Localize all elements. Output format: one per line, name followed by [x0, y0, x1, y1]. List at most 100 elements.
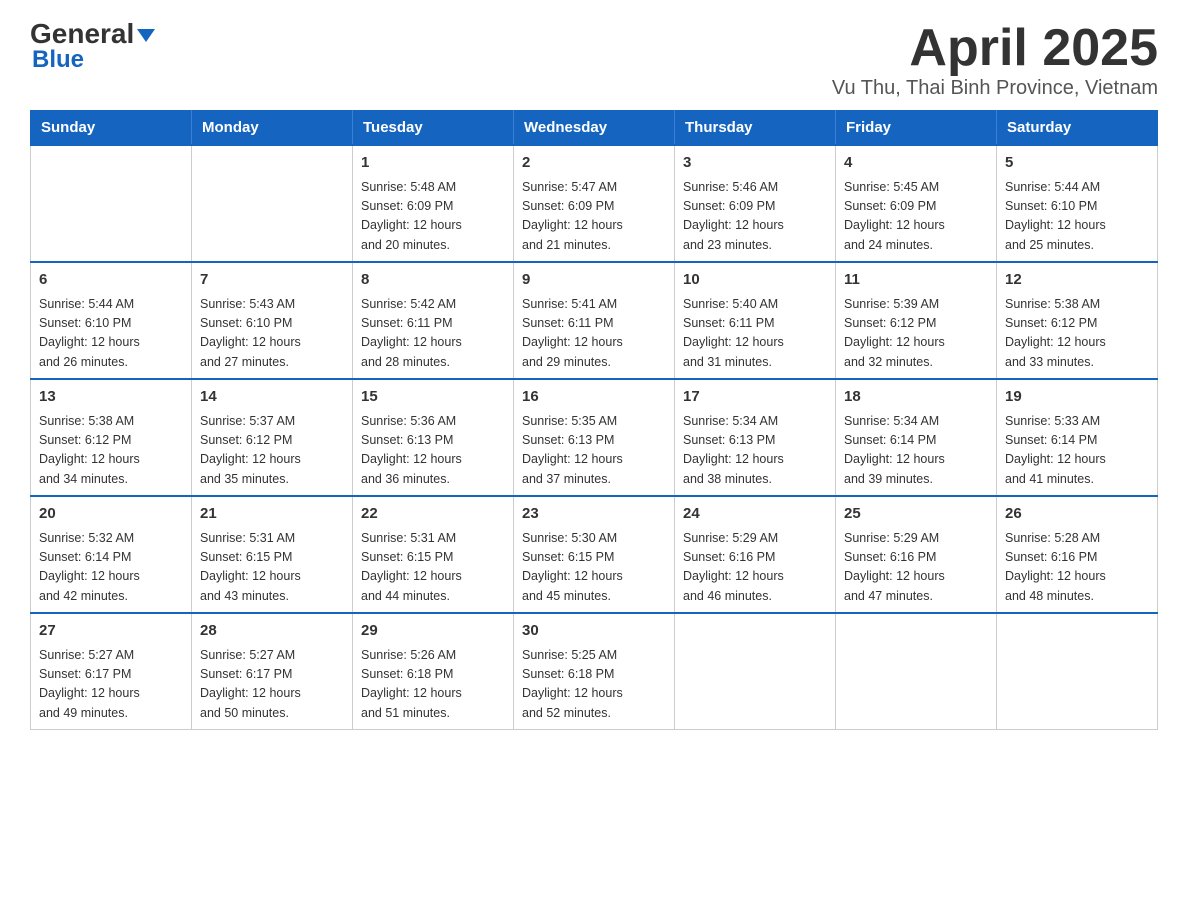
day-number: 4 — [844, 152, 988, 175]
col-thursday: Thursday — [675, 111, 836, 146]
day-info: Sunrise: 5:41 AMSunset: 6:11 PMDaylight:… — [522, 295, 666, 373]
day-number: 19 — [1005, 386, 1149, 409]
table-row: 18Sunrise: 5:34 AMSunset: 6:14 PMDayligh… — [836, 379, 997, 496]
table-row: 17Sunrise: 5:34 AMSunset: 6:13 PMDayligh… — [675, 379, 836, 496]
table-row: 6 Sunrise: 5:44 AMSunset: 6:10 PMDaylight… — [31, 262, 192, 379]
day-number: 11 — [844, 269, 988, 292]
table-row — [675, 613, 836, 730]
day-info: Sunrise: 5:45 AMSunset: 6:09 PMDaylight:… — [844, 178, 988, 256]
logo-blue-text: Blue — [30, 46, 155, 74]
day-number: 18 — [844, 386, 988, 409]
day-info: Sunrise: 5:29 AMSunset: 6:16 PMDaylight:… — [683, 529, 827, 607]
table-row: 24 Sunrise: 5:29 AMSunset: 6:16 PMDayligh… — [675, 496, 836, 613]
table-row: 7Sunrise: 5:43 AMSunset: 6:10 PMDaylight… — [192, 262, 353, 379]
page: General Blue April 2025 Vu Thu, Thai Bin… — [0, 0, 1188, 918]
table-row: 13Sunrise: 5:38 AMSunset: 6:12 PMDayligh… — [31, 379, 192, 496]
day-info: Sunrise: 5:36 AMSunset: 6:13 PMDaylight:… — [361, 412, 505, 490]
day-number: 30 — [522, 620, 666, 643]
day-number: 24 — [683, 503, 827, 526]
day-info: Sunrise: 5:47 AMSunset: 6:09 PMDaylight:… — [522, 178, 666, 256]
day-info: Sunrise: 5:25 AMSunset: 6:18 PMDaylight:… — [522, 646, 666, 724]
day-number: 8 — [361, 269, 505, 292]
day-info: Sunrise: 5:42 AMSunset: 6:11 PMDaylight:… — [361, 295, 505, 373]
day-info: Sunrise: 5:44 AMSunset: 6:10 PMDaylight:… — [1005, 178, 1149, 256]
table-row: 19 Sunrise: 5:33 AMSunset: 6:14 PMDayligh… — [997, 379, 1158, 496]
day-info: Sunrise: 5:27 AMSunset: 6:17 PMDaylight:… — [39, 646, 183, 724]
day-info: Sunrise: 5:44 AMSunset: 6:10 PMDaylight:… — [39, 295, 183, 373]
table-row — [192, 145, 353, 262]
table-row: 27 Sunrise: 5:27 AMSunset: 6:17 PMDayligh… — [31, 613, 192, 730]
table-row: 30 Sunrise: 5:25 AMSunset: 6:18 PMDayligh… — [514, 613, 675, 730]
col-saturday: Saturday — [997, 111, 1158, 146]
day-number: 16 — [522, 386, 666, 409]
day-info: Sunrise: 5:26 AMSunset: 6:18 PMDaylight:… — [361, 646, 505, 724]
day-number: 14 — [200, 386, 344, 409]
day-info: Sunrise: 5:37 AMSunset: 6:12 PMDaylight:… — [200, 412, 344, 490]
day-number: 27 — [39, 620, 183, 643]
table-row: 1 Sunrise: 5:48 AMSunset: 6:09 PMDaylight… — [353, 145, 514, 262]
day-info: Sunrise: 5:39 AMSunset: 6:12 PMDaylight:… — [844, 295, 988, 373]
day-info: Sunrise: 5:48 AMSunset: 6:09 PMDaylight:… — [361, 178, 505, 256]
calendar-title: April 2025 — [832, 20, 1158, 77]
day-number: 23 — [522, 503, 666, 526]
table-row: 10 Sunrise: 5:40 AMSunset: 6:11 PMDayligh… — [675, 262, 836, 379]
table-row: 15 Sunrise: 5:36 AMSunset: 6:13 PMDayligh… — [353, 379, 514, 496]
day-info: Sunrise: 5:38 AMSunset: 6:12 PMDaylight:… — [39, 412, 183, 490]
day-number: 5 — [1005, 152, 1149, 175]
day-number: 9 — [522, 269, 666, 292]
day-number: 29 — [361, 620, 505, 643]
table-row: 11 Sunrise: 5:39 AMSunset: 6:12 PMDayligh… — [836, 262, 997, 379]
col-monday: Monday — [192, 111, 353, 146]
day-info: Sunrise: 5:34 AMSunset: 6:13 PMDaylight:… — [683, 412, 827, 490]
calendar-table: Sunday Monday Tuesday Wednesday Thursday… — [30, 110, 1158, 730]
day-info: Sunrise: 5:31 AMSunset: 6:15 PMDaylight:… — [361, 529, 505, 607]
logo: General Blue — [30, 20, 155, 74]
table-row: 12Sunrise: 5:38 AMSunset: 6:12 PMDayligh… — [997, 262, 1158, 379]
table-row: 25Sunrise: 5:29 AMSunset: 6:16 PMDayligh… — [836, 496, 997, 613]
logo-arrow-icon — [137, 29, 155, 42]
day-info: Sunrise: 5:30 AMSunset: 6:15 PMDaylight:… — [522, 529, 666, 607]
calendar-week-row: 27 Sunrise: 5:27 AMSunset: 6:17 PMDayligh… — [31, 613, 1158, 730]
table-row: 22Sunrise: 5:31 AMSunset: 6:15 PMDayligh… — [353, 496, 514, 613]
day-info: Sunrise: 5:40 AMSunset: 6:11 PMDaylight:… — [683, 295, 827, 373]
day-number: 20 — [39, 503, 183, 526]
col-wednesday: Wednesday — [514, 111, 675, 146]
day-info: Sunrise: 5:35 AMSunset: 6:13 PMDaylight:… — [522, 412, 666, 490]
logo-row1: General — [30, 20, 155, 48]
col-tuesday: Tuesday — [353, 111, 514, 146]
table-row: 23 Sunrise: 5:30 AMSunset: 6:15 PMDayligh… — [514, 496, 675, 613]
logo-general-text: General — [30, 20, 134, 48]
day-number: 3 — [683, 152, 827, 175]
day-number: 21 — [200, 503, 344, 526]
day-number: 12 — [1005, 269, 1149, 292]
table-row: 16 Sunrise: 5:35 AMSunset: 6:13 PMDayligh… — [514, 379, 675, 496]
day-number: 15 — [361, 386, 505, 409]
table-row: 14 Sunrise: 5:37 AMSunset: 6:12 PMDayligh… — [192, 379, 353, 496]
table-row: 9 Sunrise: 5:41 AMSunset: 6:11 PMDaylight… — [514, 262, 675, 379]
day-info: Sunrise: 5:43 AMSunset: 6:10 PMDaylight:… — [200, 295, 344, 373]
day-info: Sunrise: 5:31 AMSunset: 6:15 PMDaylight:… — [200, 529, 344, 607]
col-friday: Friday — [836, 111, 997, 146]
calendar-week-row: 13Sunrise: 5:38 AMSunset: 6:12 PMDayligh… — [31, 379, 1158, 496]
day-number: 26 — [1005, 503, 1149, 526]
day-number: 6 — [39, 269, 183, 292]
day-number: 1 — [361, 152, 505, 175]
table-row: 29 Sunrise: 5:26 AMSunset: 6:18 PMDayligh… — [353, 613, 514, 730]
table-row — [31, 145, 192, 262]
table-row — [836, 613, 997, 730]
day-number: 2 — [522, 152, 666, 175]
header: General Blue April 2025 Vu Thu, Thai Bin… — [30, 20, 1158, 100]
col-sunday: Sunday — [31, 111, 192, 146]
day-info: Sunrise: 5:27 AMSunset: 6:17 PMDaylight:… — [200, 646, 344, 724]
day-number: 10 — [683, 269, 827, 292]
title-block: April 2025 Vu Thu, Thai Binh Province, V… — [832, 20, 1158, 100]
table-row: 26Sunrise: 5:28 AMSunset: 6:16 PMDayligh… — [997, 496, 1158, 613]
table-row: 21 Sunrise: 5:31 AMSunset: 6:15 PMDayligh… — [192, 496, 353, 613]
table-row: 3Sunrise: 5:46 AMSunset: 6:09 PMDaylight… — [675, 145, 836, 262]
day-info: Sunrise: 5:29 AMSunset: 6:16 PMDaylight:… — [844, 529, 988, 607]
calendar-subtitle: Vu Thu, Thai Binh Province, Vietnam — [832, 77, 1158, 100]
table-row: 8 Sunrise: 5:42 AMSunset: 6:11 PMDaylight… — [353, 262, 514, 379]
table-row: 28Sunrise: 5:27 AMSunset: 6:17 PMDayligh… — [192, 613, 353, 730]
day-info: Sunrise: 5:33 AMSunset: 6:14 PMDaylight:… — [1005, 412, 1149, 490]
calendar-week-row: 20Sunrise: 5:32 AMSunset: 6:14 PMDayligh… — [31, 496, 1158, 613]
